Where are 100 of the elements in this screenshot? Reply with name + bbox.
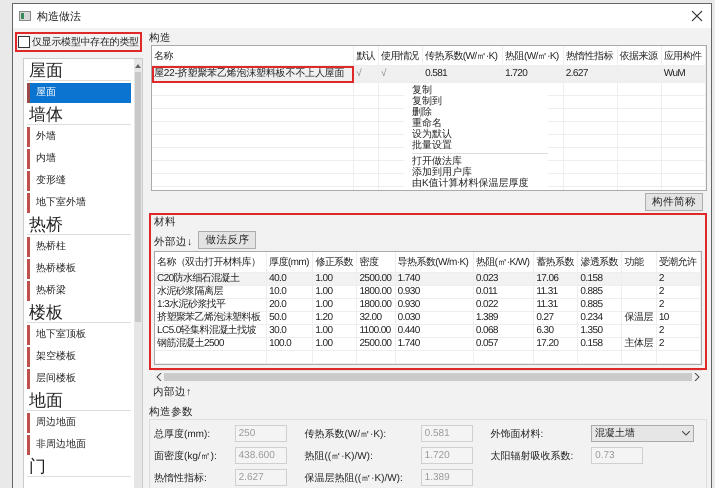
table-cell: 2 — [656, 338, 700, 350]
table-cell: C20防水细石混凝土 — [155, 272, 267, 286]
menu-item[interactable]: 由K值计算材料保温层厚度 — [412, 178, 548, 189]
table-cell: 10 — [656, 312, 700, 324]
category-item[interactable]: 内墙 — [27, 149, 131, 169]
up-arrow-icon[interactable] — [135, 63, 141, 68]
table-cell: 0.885 — [578, 298, 622, 312]
table-cell: 主体层 — [622, 338, 656, 350]
table-cell: 2.627 — [563, 66, 618, 82]
table-cell: 1800.00 — [356, 298, 396, 312]
table-cell: 0.057 — [473, 338, 534, 350]
menu-item[interactable]: 打开做法库 — [412, 156, 548, 167]
table-cell: 10.0 — [266, 286, 313, 298]
table-cell: 0.27 — [534, 312, 578, 324]
category-heading: 热桥 — [27, 215, 131, 235]
table-cell: 1.00 — [312, 272, 357, 286]
table-cell: 1.00 — [312, 298, 357, 312]
table-cell: 17.20 — [534, 338, 578, 350]
category-item[interactable]: 热桥柱 — [27, 237, 131, 257]
field-label: 传热系数(W/㎡·K): — [304, 428, 388, 440]
table-cell: 0.581 — [422, 66, 503, 82]
table-cell: 1.00 — [312, 324, 357, 338]
scrollbar[interactable] — [134, 59, 142, 488]
caret-icon — [682, 431, 690, 436]
field-label: 热阻((㎡·K)/W): — [304, 450, 374, 462]
table-cell: 1.740 — [395, 338, 474, 350]
table-cell: 32.00 — [356, 312, 396, 324]
table-cell: 0.885 — [578, 286, 622, 298]
menu-item[interactable]: 设为默认 — [412, 129, 548, 140]
menu-item[interactable]: 添加到用户库 — [412, 167, 548, 178]
category-heading: 地面 — [27, 391, 131, 411]
field-label: 面密度(kg/㎡): — [154, 450, 218, 462]
table-cell: 1.20 — [312, 312, 357, 324]
table-cell: 1.350 — [578, 324, 622, 338]
section-title: 构造参数 — [149, 406, 193, 418]
field-label: 保温层热阻((㎡·K)/W): — [304, 472, 404, 484]
field-label: 总厚度(mm): — [154, 428, 212, 440]
category-heading: 门 — [27, 457, 131, 477]
table-cell: 0.930 — [395, 286, 474, 298]
table-cell: 2 — [656, 324, 700, 338]
category-item[interactable]: 外墙 — [27, 127, 131, 147]
table-cell: 保温层 — [622, 312, 656, 324]
table-cell: √ — [354, 66, 378, 82]
close-icon[interactable] — [689, 8, 705, 24]
category-heading: 楼板 — [27, 303, 131, 323]
category-item[interactable]: 层间楼板 — [27, 369, 131, 389]
table-cell: 1:3水泥砂浆找平 — [155, 298, 267, 312]
table-cell: 0.158 — [578, 338, 622, 350]
table-cell: 挤塑聚苯乙烯泡沫塑料板 — [155, 312, 267, 324]
menu-item[interactable]: 删除 — [412, 107, 548, 118]
menu-item[interactable]: 批量设置 — [412, 140, 548, 151]
category-item[interactable]: 架空楼板 — [27, 347, 131, 367]
field-label: 热惰性指标: — [154, 472, 208, 484]
table-cell: 水泥砂浆隔离层 — [155, 286, 267, 298]
table-cell: LC5.0轻集料混凝土找坡 — [155, 324, 267, 338]
menu-item[interactable]: 复制到 — [412, 96, 548, 107]
table-cell: 2500.00 — [356, 338, 396, 350]
inner-side-label: 内部边↑ — [152, 385, 192, 400]
table-cell: 钢筋混凝土2500 — [155, 338, 267, 350]
table-cell: 1.00 — [312, 338, 357, 350]
category-item[interactable]: 屋面 — [27, 83, 131, 103]
table-cell: 50.0 — [266, 312, 313, 324]
table-cell: 2 — [656, 286, 700, 298]
category-heading: 墙体 — [27, 105, 131, 125]
table-cell: 0.440 — [395, 324, 474, 338]
table-cell: 1100.00 — [356, 324, 396, 338]
category-heading: 屋面 — [27, 61, 131, 81]
table-cell: 0.030 — [395, 312, 474, 324]
category-item[interactable]: 周边地面 — [27, 413, 131, 433]
table-cell: 6.30 — [534, 324, 578, 338]
checkbox[interactable] — [18, 36, 30, 48]
field-label: 外饰面材料: — [490, 428, 544, 440]
table-cell: 2500.00 — [356, 272, 396, 286]
table-cell: 2 — [656, 298, 700, 312]
table-cell: 0.023 — [473, 272, 534, 286]
category-item[interactable]: 地下室顶板 — [27, 325, 131, 345]
table-cell: 1.720 — [502, 66, 564, 82]
category-item[interactable]: 热桥楼板 — [27, 259, 131, 279]
table-cell: 1800.00 — [356, 286, 396, 298]
category-item[interactable]: 变形缝 — [27, 171, 131, 191]
table-cell: 11.31 — [534, 286, 578, 298]
category-item[interactable]: 地下室外墙 — [27, 193, 131, 213]
category-item[interactable]: 非周边地面 — [27, 435, 131, 455]
table-cell: 0.158 — [578, 272, 622, 286]
table-cell: 11.31 — [534, 298, 578, 312]
table-cell: 0.022 — [473, 298, 534, 312]
table-cell: 0.930 — [395, 298, 474, 312]
table-cell: 0.234 — [578, 312, 622, 324]
section-title: 构造 — [149, 32, 172, 45]
table-cell: 1.740 — [395, 272, 474, 286]
menu-item[interactable]: 复制 — [412, 85, 548, 96]
menu-item[interactable]: 重命名 — [412, 118, 548, 129]
material-dropdown[interactable]: 混凝土墙 — [591, 425, 694, 442]
category-item[interactable]: 热桥梁 — [27, 281, 131, 301]
filter-checkbox[interactable]: 仅显示模型中存在的类型 — [15, 32, 142, 52]
reverse-button[interactable]: 做法反序 — [198, 231, 256, 249]
outer-side-label: 外部边↓ — [154, 236, 192, 249]
window-title: 构造做法 — [37, 10, 81, 24]
table-cell: 屋22-挤塑聚苯乙烯泡沫塑料板不不上人屋面 — [152, 66, 354, 82]
short-name-button[interactable]: 构件简称 — [645, 193, 703, 211]
